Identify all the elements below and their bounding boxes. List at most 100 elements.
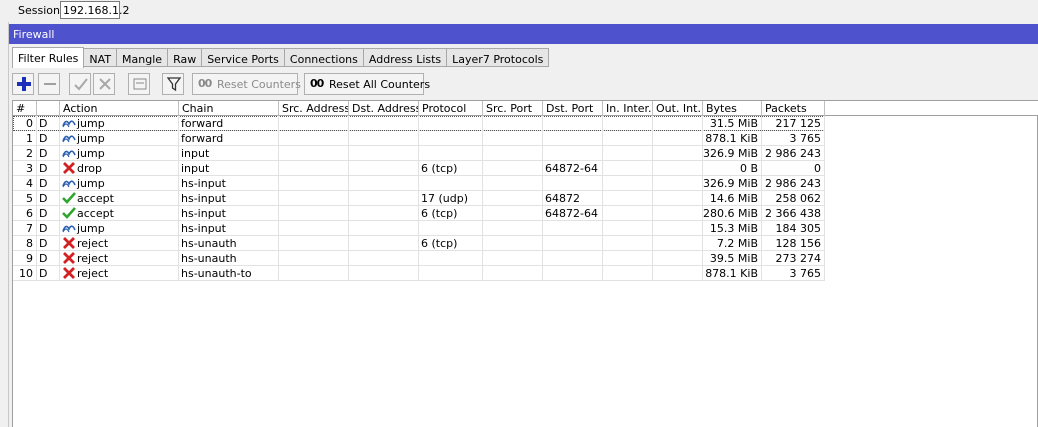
filter-button[interactable] bbox=[162, 73, 184, 95]
cell-bytes: 7.2 MiB bbox=[703, 236, 762, 251]
table-row[interactable]: 5 Daccept hs-input 17 (udp) 64872 14.6 MiB 258… bbox=[13, 191, 825, 206]
cell-number: 0 bbox=[13, 116, 37, 131]
table-row[interactable]: 0 Djump forward 31.5 MiB 217 125 bbox=[13, 116, 825, 131]
cell-src-address bbox=[279, 176, 349, 191]
tab-service-ports[interactable]: Service Ports bbox=[202, 48, 285, 67]
firewall-window: Firewall Filter Rules NAT Mangle Raw Service… bbox=[9, 24, 1038, 427]
cell-src-address bbox=[279, 221, 349, 236]
jump-icon bbox=[62, 117, 76, 129]
tab-nat[interactable]: NAT bbox=[84, 48, 117, 67]
cell-flag: D bbox=[37, 146, 60, 161]
disable-button[interactable] bbox=[93, 73, 115, 95]
action-label: reject bbox=[77, 267, 108, 280]
comment-button[interactable] bbox=[128, 73, 150, 95]
tab-connections[interactable]: Connections bbox=[285, 48, 364, 67]
table-row[interactable]: 8 Dreject hs-unauth 6 (tcp) 7.2 MiB 128 156 bbox=[13, 236, 825, 251]
cell-in-interface bbox=[603, 251, 653, 266]
cell-in-interface bbox=[603, 191, 653, 206]
cell-protocol: 17 (udp) bbox=[419, 191, 483, 206]
column-header[interactable]: Src. Port bbox=[483, 101, 543, 116]
cell-dst-address bbox=[349, 206, 419, 221]
session-field[interactable]: 192.168.1.2 bbox=[60, 1, 120, 19]
column-header[interactable] bbox=[37, 101, 60, 116]
cell-packets: 258 062 bbox=[762, 191, 825, 206]
column-header[interactable]: Packets bbox=[762, 101, 825, 116]
tab-mangle[interactable]: Mangle bbox=[117, 48, 168, 67]
column-header[interactable]: Dst. Port bbox=[543, 101, 603, 116]
cell-src-port bbox=[483, 251, 543, 266]
cell-flag: D bbox=[37, 251, 60, 266]
cell-action: accept bbox=[60, 206, 179, 221]
cell-dst-address bbox=[349, 116, 419, 131]
cell-flag: D bbox=[37, 131, 60, 146]
session-label: Session: bbox=[18, 4, 64, 17]
cell-packets: 2 986 243 bbox=[762, 176, 825, 191]
column-header[interactable]: Chain bbox=[179, 101, 279, 116]
cell-dst-port bbox=[543, 116, 603, 131]
cell-bytes: 31.5 MiB bbox=[703, 116, 762, 131]
column-header[interactable]: # bbox=[13, 101, 37, 116]
cell-bytes: 326.9 MiB bbox=[703, 176, 762, 191]
cell-packets: 3 765 bbox=[762, 131, 825, 146]
cell-in-interface bbox=[603, 206, 653, 221]
table-row[interactable]: 10 Dreject hs-unauth-to 878.1 KiB 3 765 bbox=[13, 266, 825, 281]
toolbar: 00 Reset Counters 00 Reset All Counters bbox=[9, 70, 1038, 98]
cell-chain: forward bbox=[179, 116, 279, 131]
cell-out-interface bbox=[653, 146, 703, 161]
column-header[interactable]: Out. Int... bbox=[653, 101, 703, 116]
cell-number: 6 bbox=[13, 206, 37, 221]
add-button[interactable] bbox=[12, 73, 34, 95]
column-header[interactable]: Src. Address bbox=[279, 101, 349, 116]
column-header[interactable]: In. Inter... bbox=[603, 101, 653, 116]
table-row[interactable]: 7 Djump hs-input 15.3 MiB 184 305 bbox=[13, 221, 825, 236]
cell-dst-port bbox=[543, 266, 603, 281]
column-header[interactable]: Action bbox=[60, 101, 179, 116]
cell-src-address bbox=[279, 251, 349, 266]
column-header[interactable]: Protocol bbox=[419, 101, 483, 116]
column-header[interactable]: Bytes bbox=[703, 101, 762, 116]
table-row[interactable]: 2 Djump input 326.9 MiB 2 986 243 bbox=[13, 146, 825, 161]
cell-protocol: 6 (tcp) bbox=[419, 206, 483, 221]
reset-counters-button[interactable]: 00 Reset Counters bbox=[192, 73, 298, 95]
cell-flag: D bbox=[37, 206, 60, 221]
table-row[interactable]: 4 Djump hs-input 326.9 MiB 2 986 243 bbox=[13, 176, 825, 191]
cell-in-interface bbox=[603, 221, 653, 236]
cell-dst-port: 64872-64 bbox=[543, 161, 603, 176]
cell-action: jump bbox=[60, 146, 179, 161]
cell-src-address bbox=[279, 146, 349, 161]
cell-flag: D bbox=[37, 191, 60, 206]
cell-flag: D bbox=[37, 161, 60, 176]
cell-number: 9 bbox=[13, 251, 37, 266]
remove-button[interactable] bbox=[38, 73, 60, 95]
cell-protocol bbox=[419, 176, 483, 191]
action-label: jump bbox=[77, 177, 105, 190]
tab-filter-rules[interactable]: Filter Rules bbox=[12, 47, 84, 68]
cell-bytes: 326.9 MiB bbox=[703, 146, 762, 161]
tab-raw[interactable]: Raw bbox=[168, 48, 202, 67]
cell-number: 7 bbox=[13, 221, 37, 236]
left-strip bbox=[0, 22, 9, 427]
cell-src-port bbox=[483, 116, 543, 131]
enable-button[interactable] bbox=[69, 73, 91, 95]
table-header: # Action Chain Src. Address Dst. Address Prot… bbox=[13, 101, 1038, 116]
cell-src-port bbox=[483, 206, 543, 221]
cell-out-interface bbox=[653, 176, 703, 191]
check-icon bbox=[73, 76, 89, 92]
cell-dst-port bbox=[543, 236, 603, 251]
cell-number: 1 bbox=[13, 131, 37, 146]
tab-address-lists[interactable]: Address Lists bbox=[364, 48, 447, 67]
tab-layer7-protocols[interactable]: Layer7 Protocols bbox=[447, 48, 549, 67]
cell-number: 3 bbox=[13, 161, 37, 176]
cell-packets: 128 156 bbox=[762, 236, 825, 251]
cell-protocol bbox=[419, 266, 483, 281]
column-header[interactable]: Dst. Address bbox=[349, 101, 419, 116]
action-label: jump bbox=[77, 132, 105, 145]
cell-flag: D bbox=[37, 266, 60, 281]
cell-dst-port bbox=[543, 176, 603, 191]
table-row[interactable]: 1 Djump forward 878.1 KiB 3 765 bbox=[13, 131, 825, 146]
reset-all-counters-button[interactable]: 00 Reset All Counters bbox=[304, 73, 424, 95]
table-row[interactable]: 3 Ddrop input 6 (tcp) 64872-64 0 B0 bbox=[13, 161, 825, 176]
table-row[interactable]: 9 Dreject hs-unauth 39.5 MiB 273 274 bbox=[13, 251, 825, 266]
cell-protocol: 6 (tcp) bbox=[419, 236, 483, 251]
table-row[interactable]: 6 Daccept hs-input 6 (tcp) 64872-64 280.6 MiB… bbox=[13, 206, 825, 221]
